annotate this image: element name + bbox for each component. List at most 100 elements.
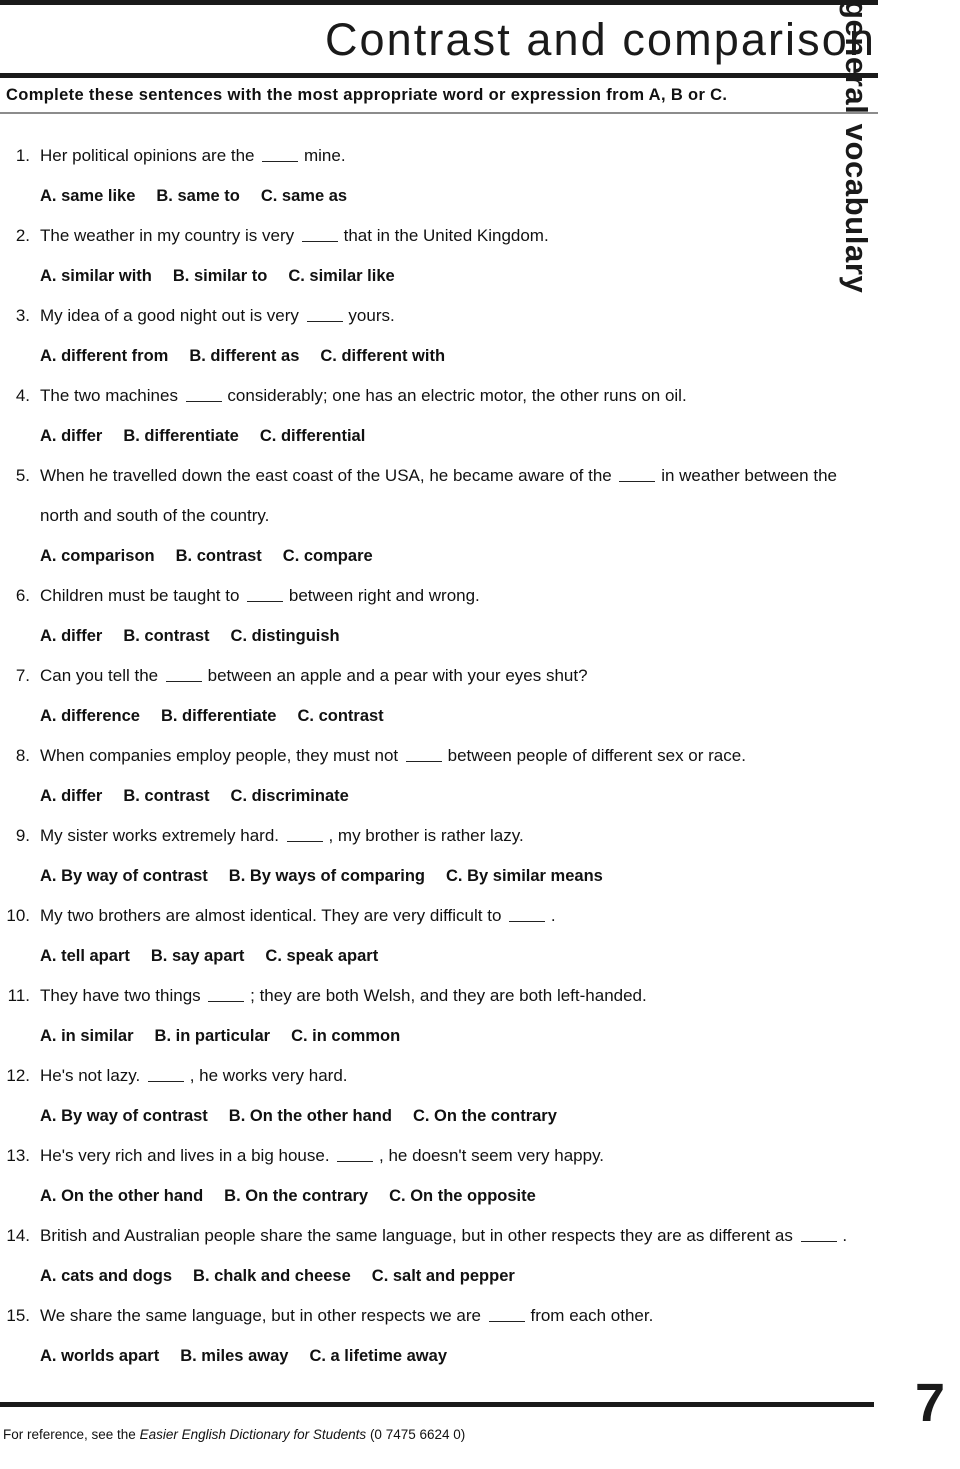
answer-option[interactable]: A. cats and dogs	[40, 1256, 172, 1296]
answer-option[interactable]: C. in common	[291, 1016, 400, 1056]
answer-option[interactable]: B. contrast	[123, 776, 209, 816]
answer-option[interactable]: C. contrast	[297, 696, 383, 736]
question-line: 4. The two machines considerably; one has…	[0, 376, 878, 416]
answer-blank[interactable]	[147, 1068, 184, 1082]
answer-option[interactable]: C. a lifetime away	[309, 1336, 447, 1376]
question-text-after-blank: , he works very hard.	[189, 1066, 348, 1085]
answer-blank[interactable]	[185, 388, 222, 402]
answer-option[interactable]: C. same as	[261, 176, 347, 216]
question-number: 3.	[15, 306, 30, 325]
answer-blank[interactable]	[800, 1228, 837, 1242]
option-row: A. same like B. same to C. same as	[0, 176, 878, 216]
answer-option[interactable]: C. On the contrary	[413, 1096, 557, 1136]
question-text-before-blank: We share the same language, but in other…	[40, 1306, 481, 1325]
question-block: 8. When companies employ people, they mus…	[0, 736, 878, 816]
question-text-before-blank: My two brothers are almost identical. Th…	[40, 906, 502, 925]
answer-option[interactable]: B. chalk and cheese	[193, 1256, 351, 1296]
option-row: A. differ B. contrast C. distinguish	[0, 616, 878, 656]
page-number: 7	[915, 1373, 946, 1433]
answer-option[interactable]: A. in similar	[40, 1016, 134, 1056]
answer-option[interactable]: A. differ	[40, 616, 102, 656]
answer-option[interactable]: C. salt and pepper	[372, 1256, 515, 1296]
question-list: 1. Her political opinions are the mine. A.…	[0, 114, 878, 1376]
answer-option[interactable]: B. contrast	[176, 536, 262, 576]
answer-option[interactable]: B. differentiate	[123, 416, 239, 456]
answer-option[interactable]: B. say apart	[151, 936, 245, 976]
answer-option[interactable]: A. differ	[40, 416, 102, 456]
question-line: 5. When he travelled down the east coast …	[0, 456, 878, 536]
question-block: 15. We share the same language, but in ot…	[0, 1296, 878, 1376]
answer-option[interactable]: A. By way of contrast	[40, 856, 208, 896]
worksheet-page: general vocabulary Contrast and comparis…	[0, 0, 960, 1469]
answer-option[interactable]: A. worlds apart	[40, 1336, 159, 1376]
answer-blank[interactable]	[247, 588, 284, 602]
question-text: My idea of a good night out is very your…	[40, 296, 878, 336]
answer-option[interactable]: A. By way of contrast	[40, 1096, 208, 1136]
answer-blank[interactable]	[301, 228, 338, 242]
answer-blank[interactable]	[619, 468, 656, 482]
answer-option[interactable]: A. On the other hand	[40, 1176, 203, 1216]
question-text-before-blank: Children must be taught to	[40, 586, 240, 605]
answer-blank[interactable]	[165, 668, 202, 682]
answer-option[interactable]: C. distinguish	[231, 616, 340, 656]
answer-option[interactable]: B. On the contrary	[224, 1176, 368, 1216]
answer-blank[interactable]	[306, 308, 343, 322]
answer-option[interactable]: B. contrast	[123, 616, 209, 656]
page-title: Contrast and comparison	[324, 13, 876, 65]
answer-blank[interactable]	[262, 148, 299, 162]
answer-option[interactable]: A. similar with	[40, 256, 152, 296]
question-text: My two brothers are almost identical. Th…	[40, 896, 878, 936]
answer-blank[interactable]	[405, 748, 442, 762]
question-text-before-blank: Her political opinions are the	[40, 146, 255, 165]
answer-option[interactable]: A. difference	[40, 696, 140, 736]
answer-option[interactable]: C. similar like	[288, 256, 394, 296]
question-line: 14. British and Australian people share t…	[0, 1216, 878, 1256]
answer-option[interactable]: C. By similar means	[446, 856, 603, 896]
answer-option[interactable]: C. speak apart	[265, 936, 378, 976]
question-text-before-blank: When companies employ people, they must …	[40, 746, 399, 765]
answer-option[interactable]: A. differ	[40, 776, 102, 816]
answer-blank[interactable]	[208, 988, 245, 1002]
answer-option[interactable]: B. similar to	[173, 256, 267, 296]
answer-option[interactable]: B. in particular	[155, 1016, 271, 1056]
answer-option[interactable]: A. same like	[40, 176, 135, 216]
question-block: 11. They have two things ; they are both …	[0, 976, 878, 1056]
question-line: 6. Children must be taught to between rig…	[0, 576, 878, 616]
option-row: A. On the other hand B. On the contrary C.…	[0, 1176, 878, 1216]
question-line: 8. When companies employ people, they mus…	[0, 736, 878, 776]
answer-option[interactable]: B. On the other hand	[229, 1096, 392, 1136]
answer-blank[interactable]	[488, 1308, 525, 1322]
question-text-after-blank: ; they are both Welsh, and they are both…	[250, 986, 647, 1005]
question-text-before-blank: They have two things	[40, 986, 201, 1005]
question-text-after-blank: between people of different sex or race.	[447, 746, 746, 765]
page-content: Contrast and comparison Complete these s…	[0, 0, 878, 1376]
answer-option[interactable]: C. On the opposite	[389, 1176, 536, 1216]
option-row: A. differ B. differentiate C. differential	[0, 416, 878, 456]
answer-blank[interactable]	[337, 1148, 374, 1162]
option-row: A. worlds apart B. miles away C. a lifetim…	[0, 1336, 878, 1376]
answer-option[interactable]: B. miles away	[180, 1336, 288, 1376]
answer-option[interactable]: B. same to	[156, 176, 239, 216]
answer-blank[interactable]	[286, 828, 323, 842]
answer-option[interactable]: B. differentiate	[161, 696, 277, 736]
question-text-after-blank: .	[550, 906, 556, 925]
question-line: 15. We share the same language, but in ot…	[0, 1296, 878, 1336]
answer-option[interactable]: C. compare	[283, 536, 373, 576]
question-number: 1.	[15, 146, 30, 165]
option-row: A. tell apart B. say apart C. speak apart	[0, 936, 878, 976]
question-text-before-blank: Can you tell the	[40, 666, 159, 685]
answer-option[interactable]: A. different from	[40, 336, 168, 376]
answer-option[interactable]: B. different as	[189, 336, 299, 376]
footer-book-title: Easier English Dictionary for Students	[139, 1427, 367, 1442]
question-block: 2. The weather in my country is very that…	[0, 216, 878, 296]
answer-option[interactable]: C. differential	[260, 416, 365, 456]
answer-blank[interactable]	[509, 908, 546, 922]
answer-option[interactable]: A. comparison	[40, 536, 155, 576]
answer-option[interactable]: A. tell apart	[40, 936, 130, 976]
question-text: We share the same language, but in other…	[40, 1296, 878, 1336]
answer-option[interactable]: B. By ways of comparing	[229, 856, 425, 896]
answer-option[interactable]: C. discriminate	[231, 776, 349, 816]
question-number: 11.	[7, 986, 30, 1005]
answer-option[interactable]: C. different with	[320, 336, 445, 376]
question-number: 10.	[6, 906, 30, 925]
